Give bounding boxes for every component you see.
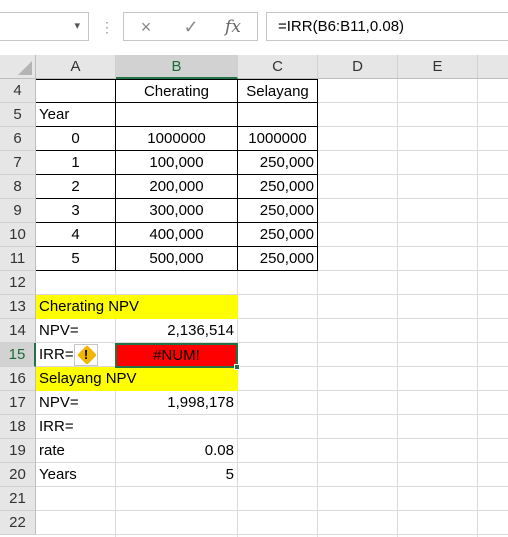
chevron-down-icon[interactable]: ▾ — [74, 19, 80, 32]
formula-input[interactable]: =IRR(B6:B11,0.08) — [266, 12, 508, 41]
enter-icon[interactable]: ✓ — [179, 16, 203, 38]
row-header[interactable]: 10 — [0, 223, 36, 247]
cell-c4[interactable]: Selayang — [238, 80, 317, 103]
column-header-b[interactable]: B — [116, 55, 238, 79]
column-header-c[interactable]: C — [238, 55, 318, 79]
cell-b9[interactable]: 300,000 — [116, 199, 237, 222]
cell-a5[interactable]: Year — [36, 103, 115, 126]
column-header-a[interactable]: A — [36, 55, 116, 79]
formula-buttons: × ✓ fx — [123, 12, 258, 41]
cell-c9[interactable]: 250,000 — [238, 199, 317, 222]
cell-b6[interactable]: 1000000 — [116, 127, 237, 150]
cell-b4[interactable]: Cherating — [116, 80, 237, 103]
drag-handle-icon[interactable]: ⋮ — [100, 19, 114, 35]
cell-b10[interactable]: 400,000 — [116, 223, 237, 246]
cell-b11[interactable]: 500,000 — [116, 247, 237, 270]
cell-a18[interactable]: IRR= — [36, 415, 115, 438]
row-header[interactable]: 9 — [0, 199, 36, 223]
cell-a10[interactable]: 4 — [36, 223, 115, 246]
cell-c11[interactable]: 250,000 — [238, 247, 317, 270]
cancel-icon[interactable]: × — [134, 16, 158, 38]
cell-b8[interactable]: 200,000 — [116, 175, 237, 198]
row-header[interactable]: 14 — [0, 319, 36, 343]
row-header[interactable]: 22 — [0, 511, 36, 535]
row-header[interactable]: 21 — [0, 487, 36, 511]
cell-c6[interactable]: 1000000 — [238, 127, 317, 150]
formula-bar: ▾ ⋮ × ✓ fx =IRR(B6:B11,0.08) — [0, 0, 508, 56]
row-header[interactable]: 8 — [0, 175, 36, 199]
cell-a15[interactable]: IRR= — [36, 343, 76, 366]
cell-a8[interactable]: 2 — [36, 175, 115, 198]
row-header[interactable]: 11 — [0, 247, 36, 271]
row-header-selected[interactable]: 15 — [0, 343, 36, 367]
cell-b14[interactable]: 2,136,514 — [116, 319, 237, 342]
row-header[interactable]: 13 — [0, 295, 36, 319]
cell-c8[interactable]: 250,000 — [238, 175, 317, 198]
row-header[interactable]: 19 — [0, 439, 36, 463]
name-box[interactable]: ▾ — [0, 12, 89, 41]
row-header[interactable]: 18 — [0, 415, 36, 439]
row-header[interactable]: 4 — [0, 79, 36, 103]
column-header-partial[interactable] — [478, 55, 508, 79]
active-cell-b15[interactable]: #NUM! — [115, 343, 238, 368]
cell-c7[interactable]: 250,000 — [238, 151, 317, 174]
insert-function-button[interactable]: fx — [221, 16, 245, 38]
warning-mark: ! — [83, 347, 89, 362]
cell-a14[interactable]: NPV= — [36, 319, 115, 342]
cell-b20[interactable]: 5 — [116, 463, 237, 486]
row-header[interactable]: 7 — [0, 151, 36, 175]
cell-b19[interactable]: 0.08 — [116, 439, 237, 462]
cell-a11[interactable]: 5 — [36, 247, 115, 270]
fill-handle[interactable] — [234, 364, 240, 370]
cell-a9[interactable]: 3 — [36, 199, 115, 222]
cell-c10[interactable]: 250,000 — [238, 223, 317, 246]
row-header[interactable]: 6 — [0, 127, 36, 151]
error-warning-button[interactable]: ! — [74, 344, 98, 366]
column-header-d[interactable]: D — [318, 55, 398, 79]
select-all-button[interactable] — [0, 55, 36, 79]
cell-a19[interactable]: rate — [36, 439, 115, 462]
row-header[interactable]: 16 — [0, 367, 36, 391]
cell-a7[interactable]: 1 — [36, 151, 115, 174]
row-header[interactable]: 12 — [0, 271, 36, 295]
cell-a20[interactable]: Years — [36, 463, 115, 486]
row-header[interactable]: 5 — [0, 103, 36, 127]
select-all-icon — [18, 61, 32, 75]
cell-a6[interactable]: 0 — [36, 127, 115, 150]
row-header[interactable]: 17 — [0, 391, 36, 415]
cell-a13[interactable]: Cherating NPV — [36, 295, 238, 319]
cell-a16[interactable]: Selayang NPV — [36, 367, 238, 391]
spreadsheet-grid: A B C D E 4 5 6 7 8 9 10 11 12 13 14 15 … — [0, 55, 508, 537]
cell-b17[interactable]: 1,998,178 — [116, 391, 237, 414]
column-header-e[interactable]: E — [398, 55, 478, 79]
row-header[interactable]: 20 — [0, 463, 36, 487]
cell-a17[interactable]: NPV= — [36, 391, 115, 414]
cell-b7[interactable]: 100,000 — [116, 151, 237, 174]
